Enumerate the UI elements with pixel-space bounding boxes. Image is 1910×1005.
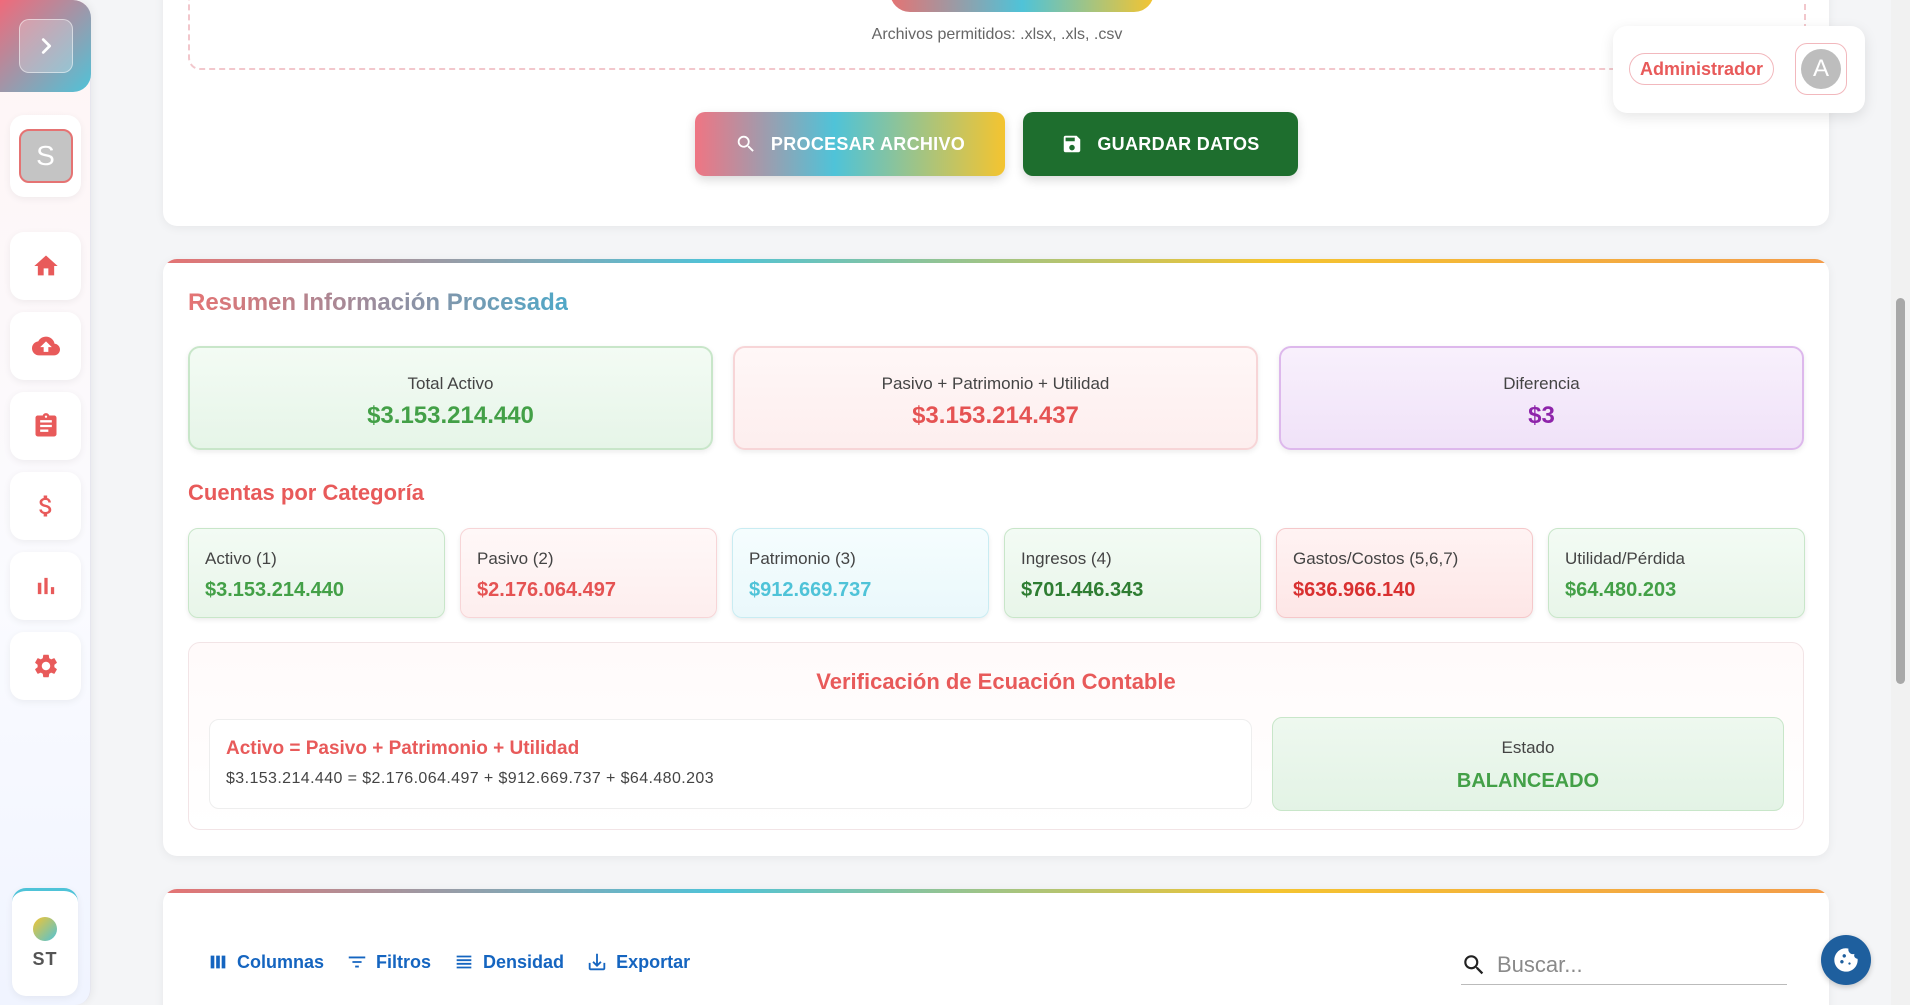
category-patrimonio: Patrimonio (3) $912.669.737 xyxy=(732,528,989,618)
allowed-files-text: Archivos permitidos: .xlsx, .xls, .csv xyxy=(871,26,1123,43)
search-input[interactable] xyxy=(1497,951,1777,978)
category-value: $701.446.343 xyxy=(1021,579,1144,601)
export-label: Exportar xyxy=(616,951,691,972)
verification-panel: Verificación de Ecuación Contable Activo… xyxy=(188,642,1804,830)
sidebar-item-reports[interactable] xyxy=(10,392,81,460)
status-badge: BALANCEADO xyxy=(1456,770,1600,792)
avatar: S xyxy=(18,129,73,183)
category-activo: Activo (1) $3.153.214.440 xyxy=(188,528,445,618)
save-data-label: GUARDAR DATOS xyxy=(1097,133,1260,154)
columns-icon xyxy=(210,955,226,969)
category-value: $912.669.737 xyxy=(749,579,872,601)
theme-color-icon xyxy=(33,917,57,941)
category-gastos: Gastos/Costos (5,6,7) $636.966.140 xyxy=(1276,528,1533,618)
category-label: Patrimonio (3) xyxy=(749,549,856,568)
sidebar-user[interactable]: S xyxy=(10,115,81,197)
user-avatar-button[interactable]: A xyxy=(1795,43,1847,95)
sidebar-item-charts[interactable] xyxy=(10,552,81,620)
category-value: $636.966.140 xyxy=(1293,579,1416,601)
cookie-settings-button[interactable] xyxy=(1821,935,1871,985)
cloud-upload-icon xyxy=(31,336,60,356)
upload-card: Archivos permitidos: .xlsx, .xls, .csv P… xyxy=(163,0,1829,226)
total-activo-value: $3.153.214.440 xyxy=(367,402,534,429)
process-file-label: PROCESAR ARCHIVO xyxy=(770,133,966,154)
sidebar-header xyxy=(0,0,91,92)
sidebar-item-upload[interactable] xyxy=(10,312,81,380)
equation-box: Activo = Pasivo + Patrimonio + Utilidad … xyxy=(209,719,1252,809)
category-value: $2.176.064.497 xyxy=(477,579,617,601)
density-icon xyxy=(456,955,472,969)
category-label: Utilidad/Pérdida xyxy=(1565,549,1686,568)
category-value: $64.480.203 xyxy=(1565,579,1677,601)
role-badge: Administrador xyxy=(1629,53,1775,85)
equation-title: Activo = Pasivo + Patrimonio + Utilidad xyxy=(226,738,580,759)
gear-icon xyxy=(34,654,57,678)
data-table-card: Columnas Filtros Densidad Exportar xyxy=(163,889,1829,1005)
category-ingresos: Ingresos (4) $701.446.343 xyxy=(1004,528,1261,618)
columns-button[interactable]: Columnas xyxy=(207,951,324,973)
select-file-button[interactable] xyxy=(890,0,1154,12)
diferencia-box: Diferencia $3 xyxy=(1279,346,1804,450)
search-icon xyxy=(737,135,754,152)
sidebar-item-home[interactable] xyxy=(10,232,81,300)
summary-card: Resumen Información Procesada Total Acti… xyxy=(163,259,1829,856)
save-data-button[interactable]: GUARDAR DATOS xyxy=(1023,112,1298,176)
card-accent-line xyxy=(163,889,1829,893)
filters-button[interactable]: Filtros xyxy=(346,951,431,973)
theme-label: ST xyxy=(32,949,58,969)
chevron-right-icon xyxy=(41,38,52,54)
card-accent-line xyxy=(163,259,1829,263)
category-pasivo: Pasivo (2) $2.176.064.497 xyxy=(460,528,717,618)
equation-values: $3.153.214.440 = $2.176.064.497 + $912.6… xyxy=(226,770,714,787)
sidebar-item-settings[interactable] xyxy=(10,632,81,700)
filter-icon xyxy=(348,956,366,968)
pasivo-patrimonio-box: Pasivo + Patrimonio + Utilidad $3.153.21… xyxy=(733,346,1258,450)
download-icon xyxy=(588,953,606,971)
search-icon xyxy=(1464,954,1484,974)
category-label: Pasivo (2) xyxy=(477,549,554,568)
category-label: Ingresos (4) xyxy=(1021,549,1112,568)
save-icon xyxy=(1064,135,1081,153)
cookie-icon xyxy=(1834,948,1858,972)
category-utilidad: Utilidad/Pérdida $64.480.203 xyxy=(1548,528,1805,618)
density-button[interactable]: Densidad xyxy=(453,951,564,973)
diferencia-label: Diferencia xyxy=(1503,374,1580,393)
clipboard-icon xyxy=(35,413,56,437)
process-file-button[interactable]: PROCESAR ARCHIVO xyxy=(695,112,1005,176)
table-toolbar: Columnas Filtros Densidad Exportar xyxy=(207,951,690,973)
bar-chart-icon xyxy=(37,577,54,595)
diferencia-value: $3 xyxy=(1528,402,1555,429)
total-activo-box: Total Activo $3.153.214.440 xyxy=(188,346,713,450)
columns-label: Columnas xyxy=(237,951,325,972)
theme-switcher[interactable]: ST xyxy=(12,888,78,996)
sidebar: S ST xyxy=(0,0,91,1005)
status-box: Estado BALANCEADO xyxy=(1272,717,1784,811)
total-activo-label: Total Activo xyxy=(407,374,494,393)
category-label: Activo (1) xyxy=(205,549,277,568)
status-label: Estado xyxy=(1501,738,1555,757)
pasivo-patrimonio-value: $3.153.214.437 xyxy=(912,402,1079,429)
pasivo-patrimonio-label: Pasivo + Patrimonio + Utilidad xyxy=(881,374,1110,393)
user-menu[interactable]: Administrador A xyxy=(1613,26,1865,113)
page-scrollbar[interactable] xyxy=(1891,0,1910,1005)
filters-label: Filtros xyxy=(376,951,432,972)
file-dropzone[interactable]: Archivos permitidos: .xlsx, .xls, .csv xyxy=(188,0,1806,70)
sidebar-toggle-button[interactable] xyxy=(19,19,73,73)
summary-title: Resumen Información Procesada xyxy=(188,289,569,316)
export-button[interactable]: Exportar xyxy=(586,951,690,973)
avatar: A xyxy=(1801,49,1841,89)
home-icon xyxy=(33,255,58,276)
sidebar-item-finance[interactable] xyxy=(10,472,81,540)
density-label: Densidad xyxy=(483,951,565,972)
table-search xyxy=(1461,945,1787,985)
category-value: $3.153.214.440 xyxy=(205,579,345,601)
categories-title: Cuentas por Categoría xyxy=(188,480,424,505)
category-label: Gastos/Costos (5,6,7) xyxy=(1293,549,1459,568)
verification-title: Verificación de Ecuación Contable xyxy=(816,669,1176,694)
dollar-icon xyxy=(38,495,51,517)
scrollbar-thumb[interactable] xyxy=(1896,298,1905,684)
